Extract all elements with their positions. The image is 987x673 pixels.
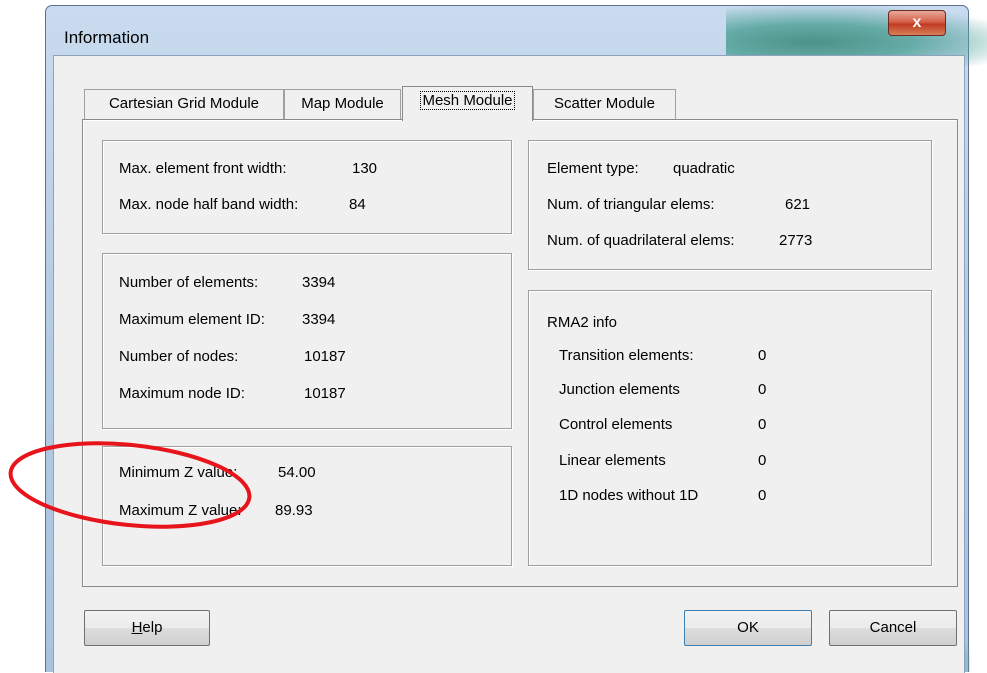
red-ellipse-annotation: [8, 441, 252, 529]
annotation-ellipse-shape: [8, 441, 252, 529]
